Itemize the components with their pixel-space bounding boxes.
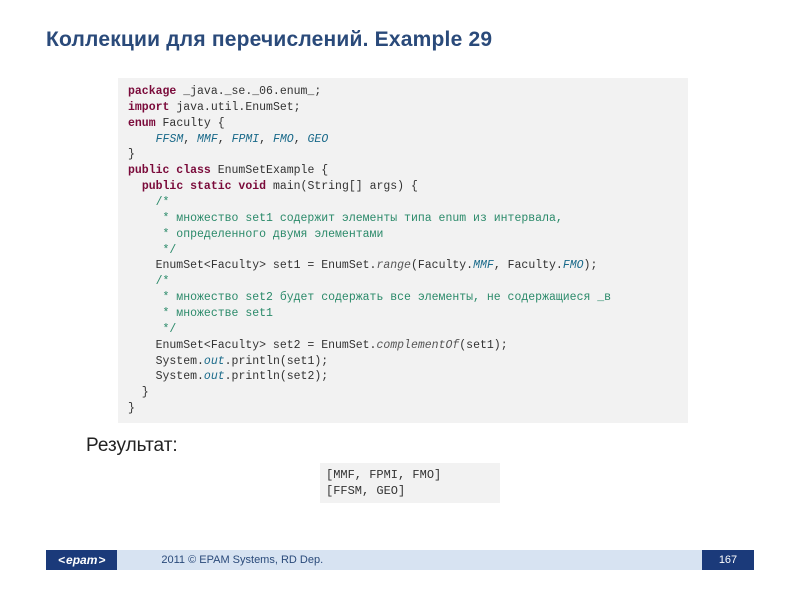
result-output: [MMF, FPMI, FMO] [FFSM, GEO] (320, 463, 500, 503)
footer: <epam> 2011 © EPAM Systems, RD Dep. 167 (46, 550, 754, 570)
code-block: package _java._se._06.enum_; import java… (118, 78, 688, 423)
slide-title: Коллекции для перечислений. Example 29 (0, 0, 800, 52)
footer-copyright: 2011 © EPAM Systems, RD Dep. (117, 554, 323, 566)
brand-logo: <epam> (46, 550, 117, 570)
page-number: 167 (702, 550, 754, 570)
slide: Коллекции для перечислений. Example 29 p… (0, 0, 800, 600)
result-label: Результат: (86, 435, 800, 457)
